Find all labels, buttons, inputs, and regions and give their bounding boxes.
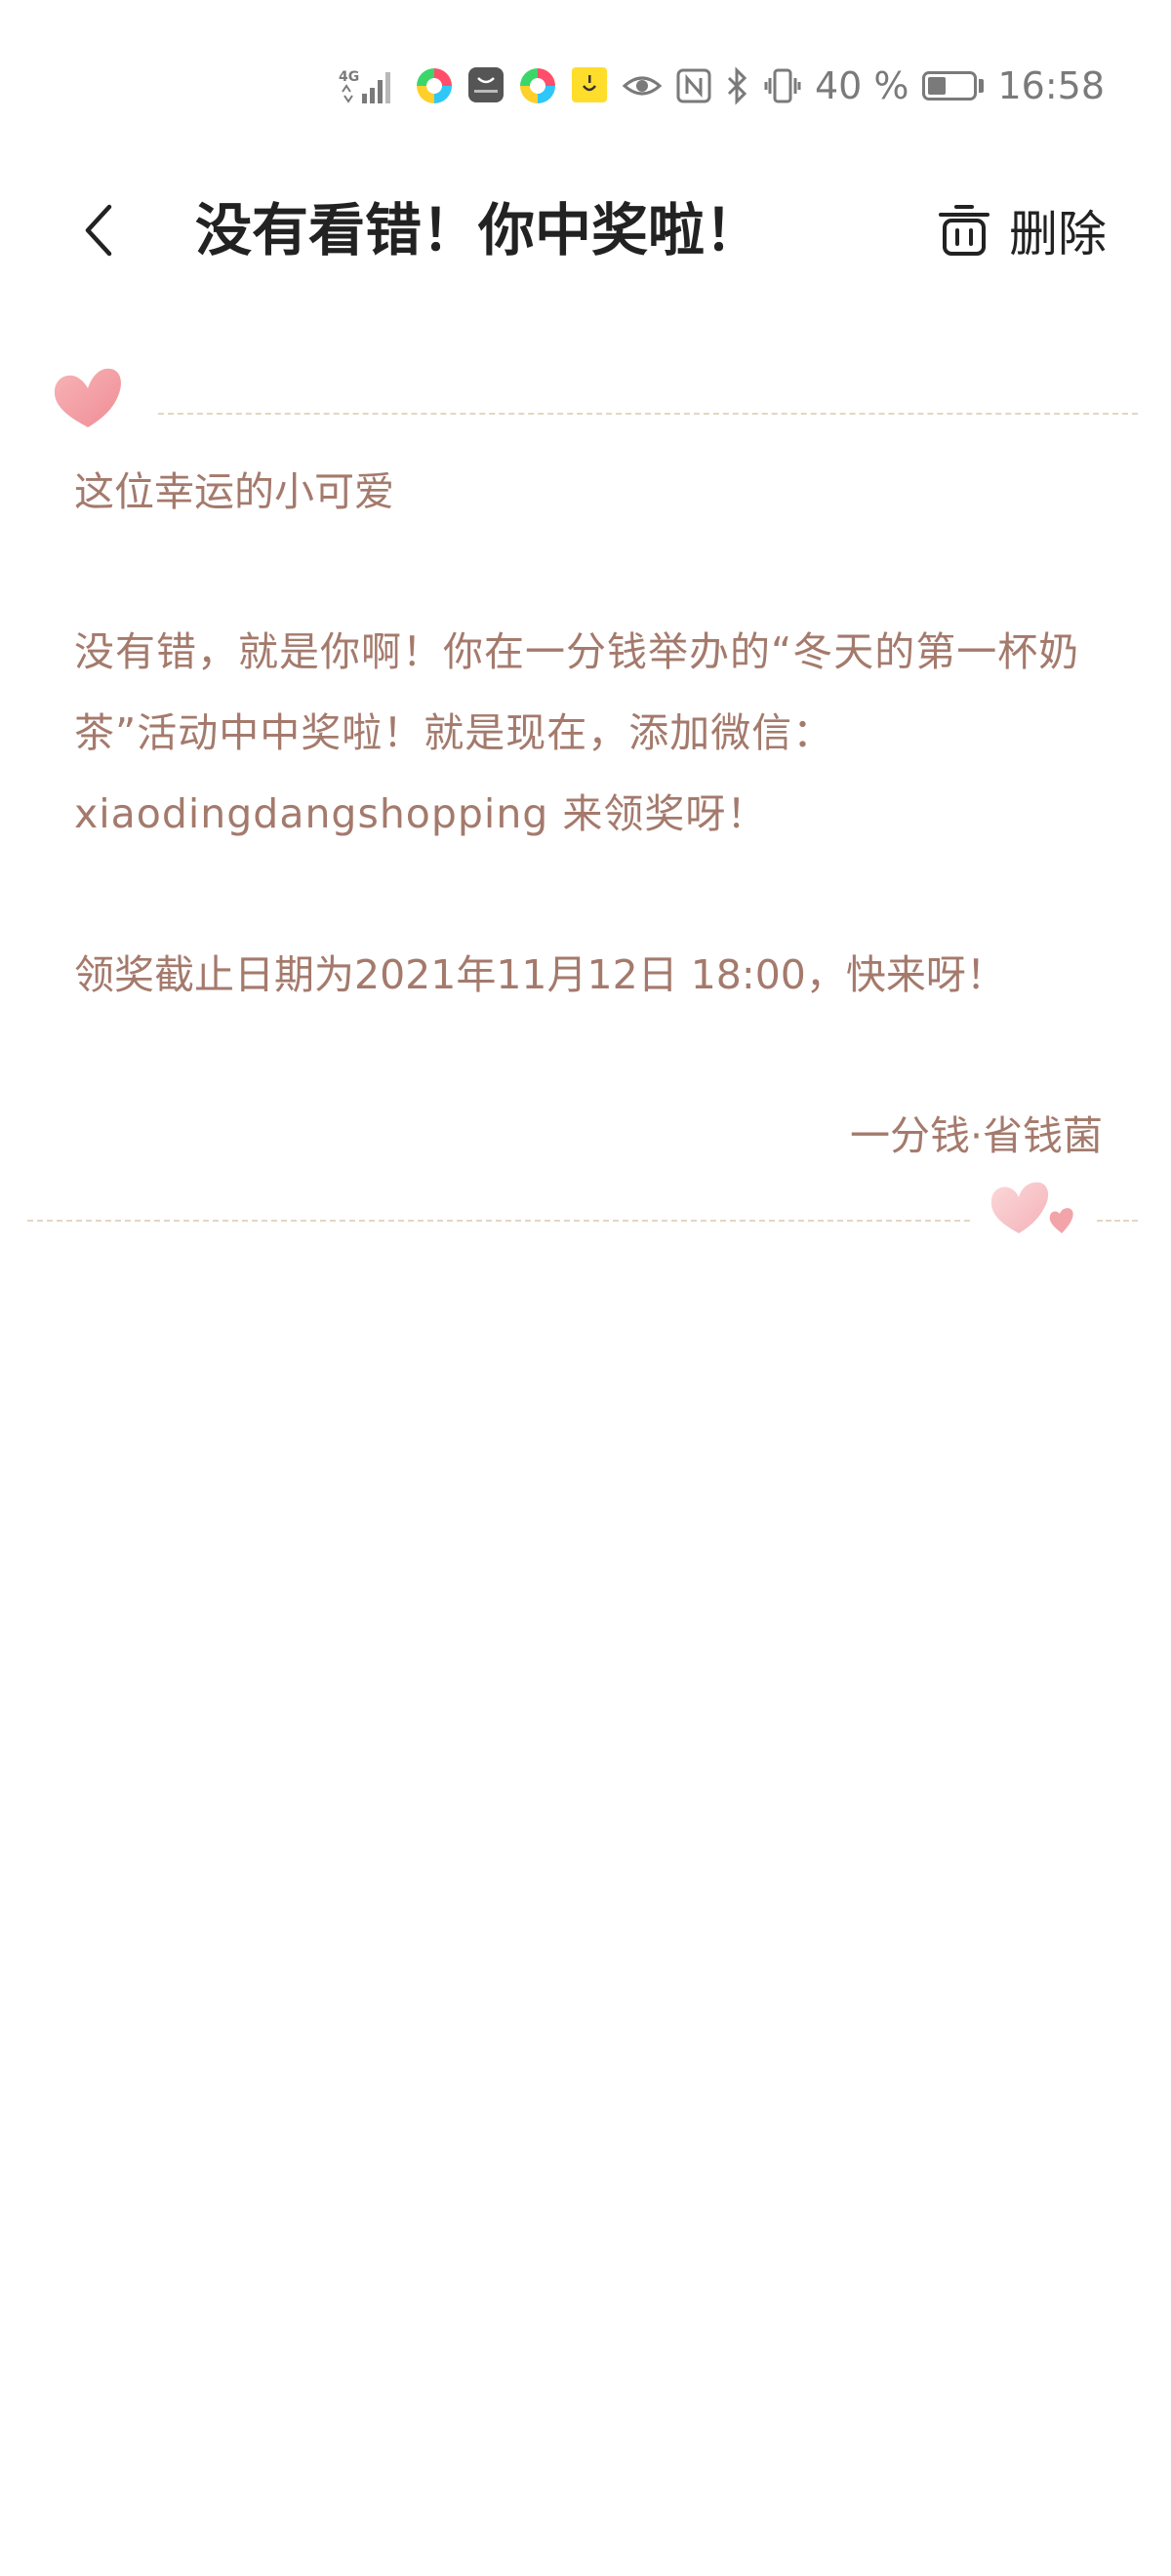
dashed-divider-bottom-right <box>1097 1220 1138 1222</box>
yellow-smile-app-icon <box>571 66 608 105</box>
battery-cap <box>979 79 985 93</box>
signal-icon: 4G <box>339 66 401 105</box>
chevron-left-icon <box>85 204 112 257</box>
battery-icon <box>922 71 985 101</box>
status-icons: 4G 40 % 16:58 <box>339 62 1105 109</box>
bluetooth-icon <box>725 66 750 105</box>
battery-body <box>922 71 978 101</box>
back-button[interactable] <box>62 193 137 267</box>
letter-signature: 一分钱·省钱菌 <box>849 1112 1103 1159</box>
dashed-divider-bottom <box>27 1220 970 1222</box>
letter-content: 这位幸运的小可爱 没有错，就是你啊！你在一分钱举办的“冬天的第一杯奶茶”活动中中… <box>74 451 1103 1177</box>
battery-percent: 40 % <box>814 64 909 107</box>
hearts-icon <box>990 1182 1073 1233</box>
colorful-app-icon <box>415 66 454 105</box>
huawei-app-icon <box>467 66 505 105</box>
trash-icon <box>939 205 989 256</box>
letter-deadline: 领奖截止日期为2021年11月12日 18:00，快来呀！ <box>74 951 1006 998</box>
delete-label: 删除 <box>1009 206 1107 262</box>
letter-greeting: 这位幸运的小可爱 <box>74 468 394 515</box>
dashed-divider-top <box>158 413 1138 415</box>
page-title: 没有看错！你中奖啦！ <box>194 197 761 263</box>
vibrate-icon <box>764 66 801 105</box>
colorful-app-icon <box>518 66 557 105</box>
delete-button[interactable]: 删除 <box>937 193 1107 267</box>
title-bar: 没有看错！你中奖啦！ 删除 <box>0 172 1171 289</box>
heart-icon <box>54 368 121 427</box>
battery-fill <box>928 77 947 95</box>
network-type-label: 4G <box>339 69 359 85</box>
clock: 16:58 <box>997 64 1105 107</box>
eye-icon <box>622 66 663 105</box>
status-bar: 4G 40 % 16:58 <box>0 0 1171 172</box>
letter-body: 没有错，就是你啊！你在一分钱举办的“冬天的第一杯奶茶”活动中中奖啦！就是现在，添… <box>74 628 1080 837</box>
nfc-icon <box>676 66 711 105</box>
